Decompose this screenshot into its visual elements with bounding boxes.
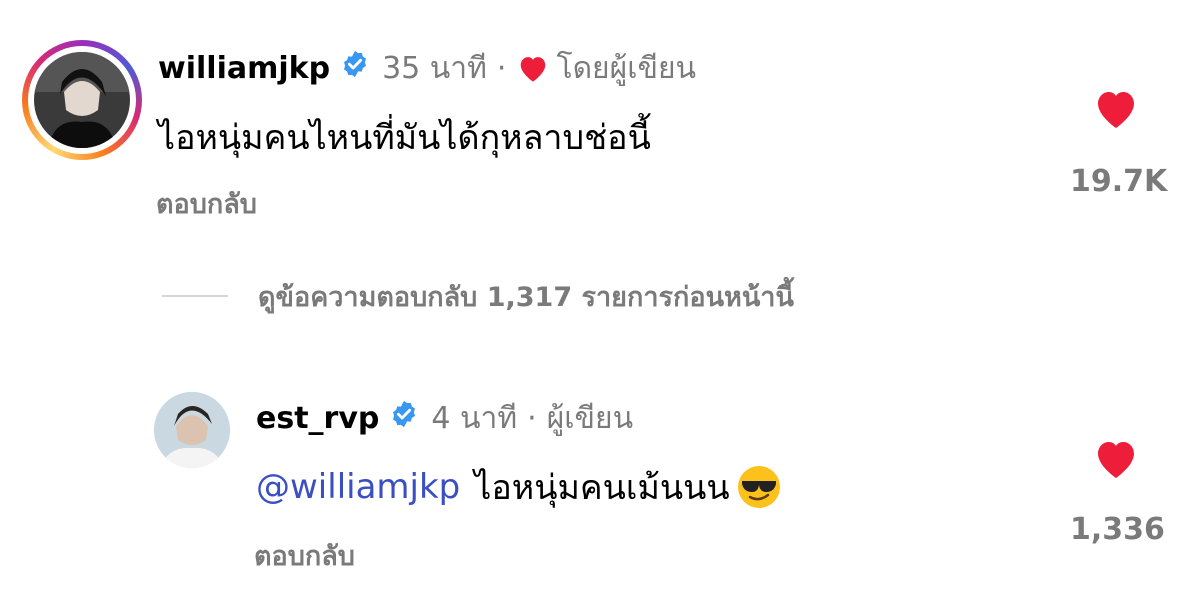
sunglasses-emoji-icon <box>736 464 782 510</box>
like-column: 19.7K <box>1070 86 1168 199</box>
reply-text: ไอหนุ่มคนเม้นนน <box>474 468 730 508</box>
heart-icon <box>516 53 550 83</box>
reply-text-row: @williamjkp ไอหนุ่มคนเม้นนน <box>256 460 782 514</box>
author-label: ผู้เขียน <box>546 400 634 436</box>
comment-meta: williamjkp 35 นาที · โดยผู้เขียน <box>158 48 696 88</box>
avatar-photo <box>34 52 130 148</box>
avatar-photo <box>154 392 230 468</box>
avatar[interactable] <box>34 52 130 148</box>
reply-button[interactable]: ตอบกลับ <box>254 534 355 577</box>
view-previous-replies[interactable]: ดูข้อความตอบกลับ 1,317 รายการก่อนหน้านี้ <box>162 274 794 318</box>
liked-by-author-label: โดยผู้เขียน <box>556 50 697 86</box>
reply-button[interactable]: ตอบกลับ <box>156 182 257 225</box>
verified-badge-icon <box>340 49 370 87</box>
comment-text: ไอหนุ่มคนไหนที่มันได้กุหลาบช่อนี้ <box>158 118 651 158</box>
like-column: 1,336 <box>1070 436 1165 547</box>
username[interactable]: est_rvp <box>256 401 379 436</box>
like-count: 19.7K <box>1070 164 1168 199</box>
verified-badge-icon <box>389 399 419 437</box>
like-heart-icon[interactable] <box>1070 436 1162 486</box>
mention-link[interactable]: @williamjkp <box>256 467 460 507</box>
separator: · <box>527 400 537 436</box>
like-heart-icon[interactable] <box>1070 86 1162 136</box>
username[interactable]: williamjkp <box>158 51 330 86</box>
timestamp: 35 นาที <box>382 50 487 86</box>
view-replies-label: ดูข้อความตอบกลับ 1,317 รายการก่อนหน้านี้ <box>258 281 794 313</box>
timestamp: 4 นาที <box>431 400 518 436</box>
divider-line <box>162 295 228 297</box>
separator: · <box>496 50 507 86</box>
reply-meta: est_rvp 4 นาที · ผู้เขียน <box>256 398 633 438</box>
like-count: 1,336 <box>1070 512 1165 547</box>
avatar[interactable] <box>154 392 230 468</box>
